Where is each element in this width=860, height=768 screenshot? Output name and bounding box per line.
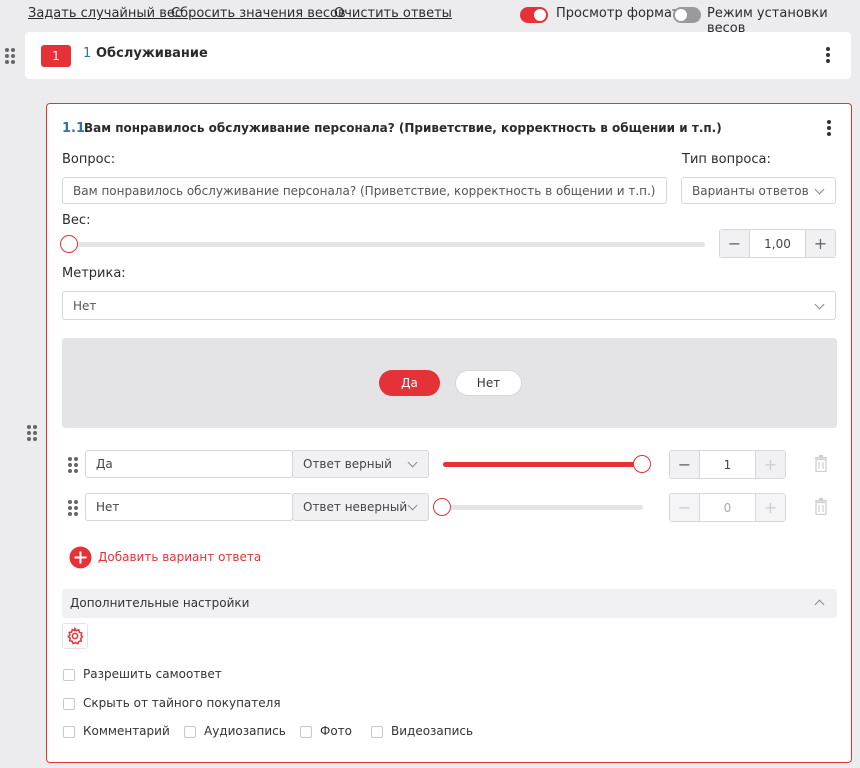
minus-icon[interactable]: − [670,451,699,478]
format-preview-area: Да Нет [62,338,837,428]
video-checkbox[interactable] [371,726,383,738]
extra-settings-header[interactable]: Дополнительные настройки [62,589,837,618]
metric-select[interactable]: Нет [62,291,836,320]
section-card: 1 1 Обслуживание [25,32,851,79]
section-title: Обслуживание [96,46,208,61]
answer-value[interactable]: 1 [699,451,756,478]
answer-slider-thumb[interactable] [433,498,451,516]
chevron-down-icon [407,457,418,468]
answer-text-value: Нет [96,500,120,514]
answer-drag-handle-icon[interactable] [68,457,78,473]
preview-yes-button[interactable]: Да [379,370,440,396]
plus-icon[interactable]: + [756,451,785,478]
comment-checkbox[interactable] [63,726,75,738]
answer-slider-track[interactable] [443,505,643,510]
trash-icon[interactable] [814,455,828,472]
answer-status-select[interactable]: Ответ верный [292,450,429,478]
answer-value[interactable]: 0 [699,494,756,521]
format-preview-toggle[interactable] [520,7,548,23]
minus-icon[interactable]: − [720,230,749,257]
answer-slider-track[interactable] [443,462,643,467]
metric-value: Нет [73,298,97,313]
question-text-value: Вам понравилось обслуживание персонала? … [73,183,656,198]
metric-label: Метрика: [62,266,126,281]
add-circle-icon[interactable] [69,546,92,569]
random-weight-link[interactable]: Задать случайный вес [28,6,182,21]
chevron-up-icon [814,599,825,610]
answer-status-value: Ответ верный [303,457,392,471]
photo-label: Фото [320,724,353,738]
format-preview-label: Просмотр формата [556,6,688,21]
question-type-select[interactable]: Варианты ответов [681,177,836,204]
settings-button[interactable] [62,623,88,649]
section-drag-handle-icon[interactable] [5,48,15,64]
preview-no-button[interactable]: Нет [455,370,522,396]
minus-icon[interactable]: − [670,494,699,521]
audio-label: Аудиозапись [204,724,286,738]
audio-checkbox[interactable] [184,726,196,738]
chevron-down-icon [407,500,418,511]
plus-icon[interactable]: + [806,230,835,257]
answer-text-input[interactable]: Да [85,450,293,478]
gear-icon [67,627,84,645]
weight-stepper[interactable]: − 1,00 + [719,229,836,258]
reset-weights-link[interactable]: Сбросить значения весов [171,6,346,21]
answer-slider-thumb[interactable] [633,455,651,473]
weights-mode-toggle[interactable] [673,7,701,23]
weight-label: Вес: [62,213,91,228]
video-label: Видеозапись [391,724,474,738]
answer-status-value: Ответ неверный [303,500,408,514]
chevron-down-icon [814,184,825,195]
photo-checkbox[interactable] [300,726,312,738]
weight-value[interactable]: 1,00 [749,230,806,257]
section-more-icon[interactable] [826,47,830,63]
toggle-knob [534,9,546,21]
extra-settings-title: Дополнительные настройки [70,596,250,610]
answer-stepper[interactable]: − 1 + [669,450,786,479]
question-more-icon[interactable] [827,120,831,136]
answer-text-input[interactable]: Нет [85,493,293,521]
question-type-label: Тип вопроса: [682,152,771,167]
question-title: Вам понравилось обслуживание персонала? … [84,121,722,135]
answer-drag-handle-icon[interactable] [68,500,78,516]
question-drag-handle-icon[interactable] [27,425,37,441]
plus-icon[interactable]: + [756,494,785,521]
chevron-down-icon [814,299,825,310]
trash-icon[interactable] [814,498,828,515]
allow-self-answer-label: Разрешить самоответ [83,667,222,681]
question-card: 1.1 Вам понравилось обслуживание персона… [46,103,852,763]
answer-text-value: Да [96,457,113,471]
clear-answers-link[interactable]: Очистить ответы [334,6,452,21]
question-type-value: Варианты ответов [692,183,809,198]
answer-stepper[interactable]: − 0 + [669,493,786,522]
section-number: 1 [83,46,92,61]
hide-from-shopper-checkbox[interactable] [63,698,75,710]
weight-slider-thumb[interactable] [60,235,78,253]
comment-label: Комментарий [83,724,170,738]
answer-status-select[interactable]: Ответ неверный [292,493,429,521]
hide-from-shopper-label: Скрыть от тайного покупателя [83,696,281,710]
question-text-input[interactable]: Вам понравилось обслуживание персонала? … [62,177,667,204]
question-field-label: Вопрос: [62,152,116,167]
add-answer-link[interactable]: Добавить вариант ответа [98,550,261,564]
section-badge: 1 [41,45,71,67]
question-number: 1.1 [62,121,86,136]
allow-self-answer-checkbox[interactable] [63,669,75,681]
weight-slider-track[interactable] [65,242,705,247]
toggle-knob [675,9,687,21]
